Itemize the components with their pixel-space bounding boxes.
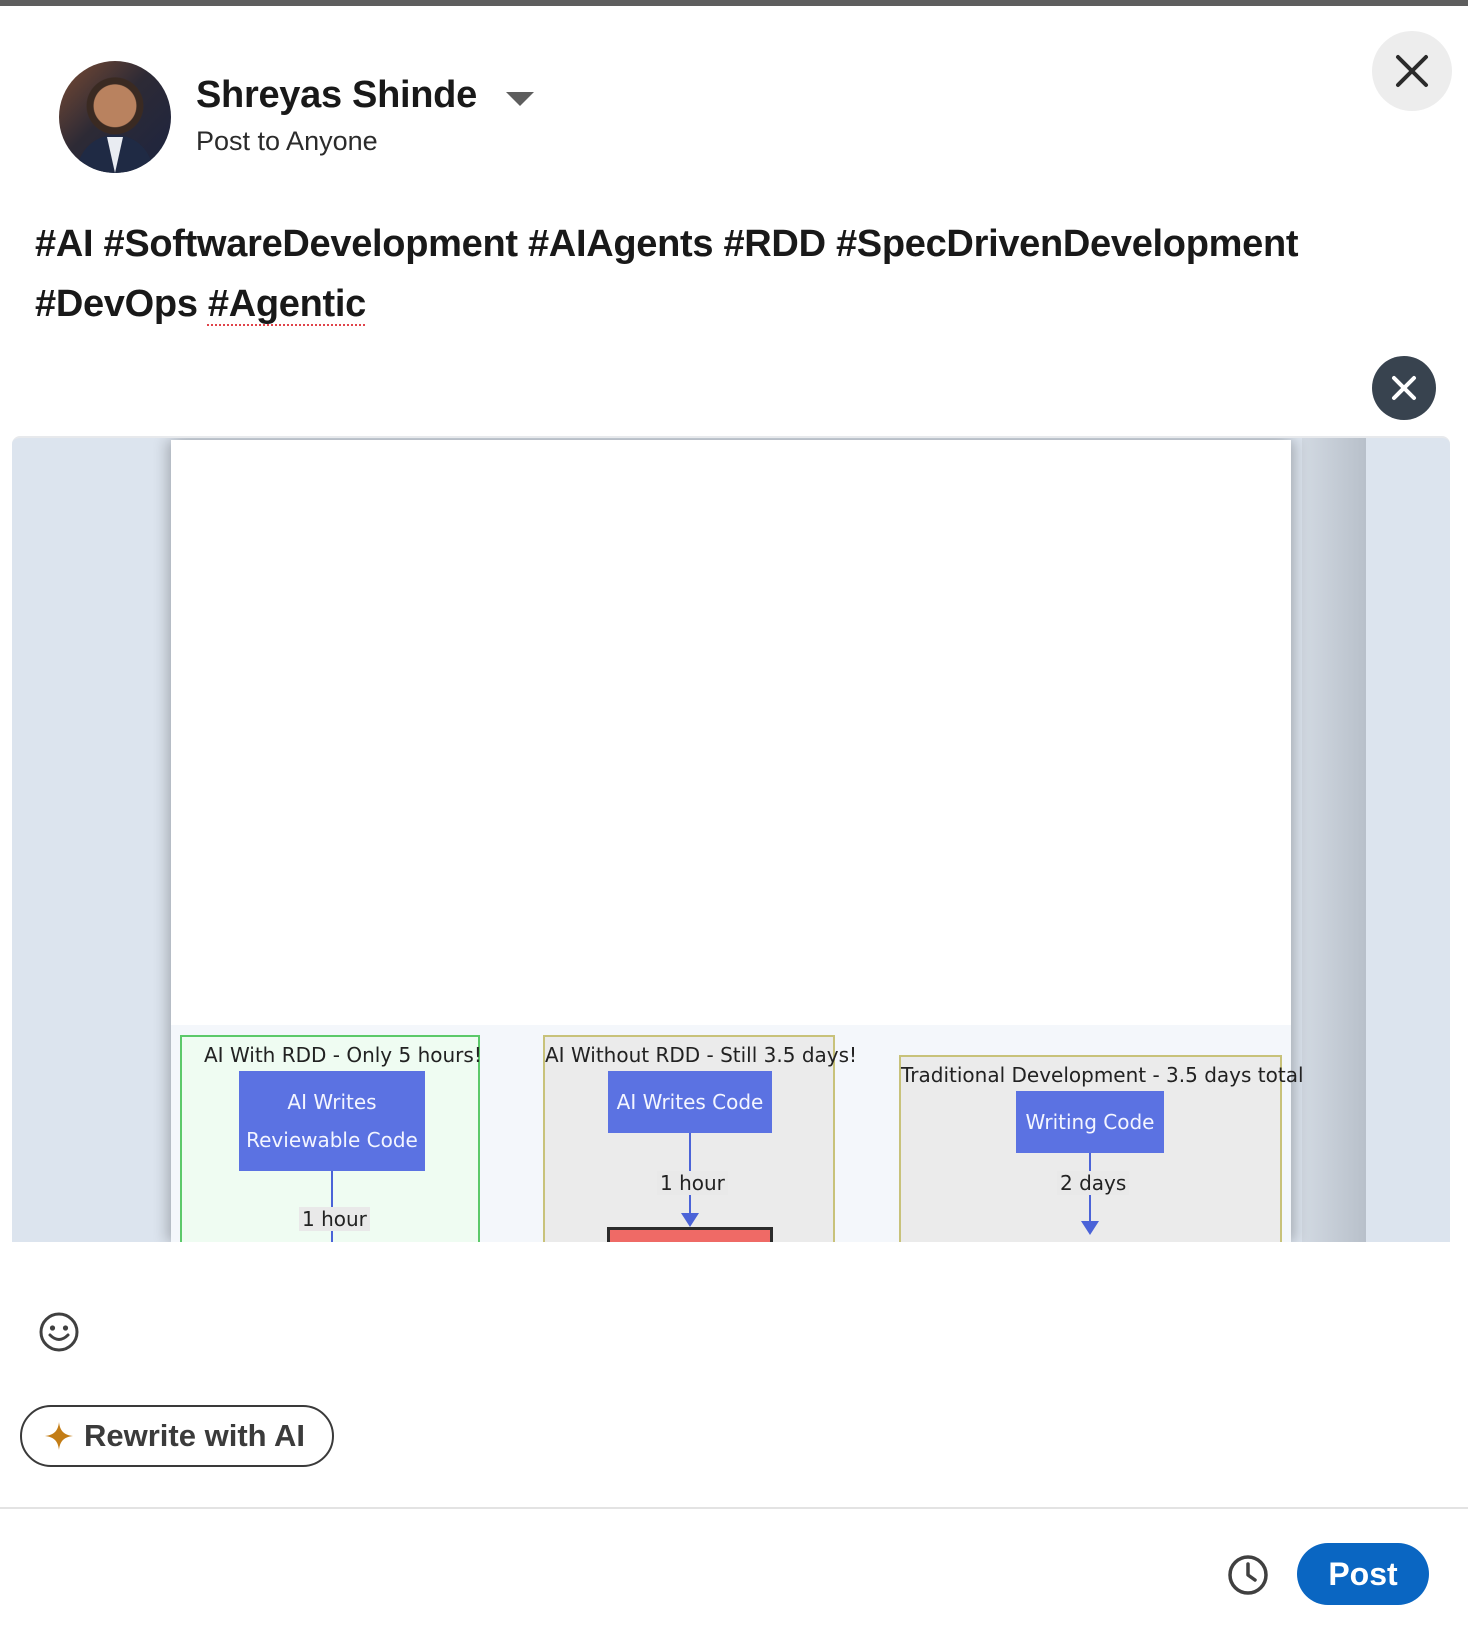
emoji-button[interactable]: [37, 1310, 81, 1354]
arrowhead: [681, 1213, 699, 1227]
schedule-post-button[interactable]: [1226, 1553, 1270, 1597]
close-icon: [1392, 376, 1416, 400]
footer-divider: [0, 1507, 1468, 1509]
audience-selector[interactable]: Post to Anyone: [196, 126, 378, 157]
cluster-title: AI With RDD - Only 5 hours!: [204, 1043, 482, 1067]
author-name[interactable]: Shreyas Shinde: [196, 74, 477, 117]
node-label: AI Writes: [287, 1090, 377, 1114]
cluster-ai-with-rdd: AI With RDD - Only 5 hours! AI Writes Re…: [180, 1035, 482, 1242]
diagram-node: AI Writes Reviewable Code: [239, 1071, 425, 1171]
error-node: [607, 1227, 773, 1242]
flow-diagram: AI With RDD - Only 5 hours! AI Writes Re…: [171, 1025, 1304, 1242]
diagram-node: AI Writes Code: [608, 1071, 772, 1133]
document-slide: AI With RDD - Only 5 hours! AI Writes Re…: [171, 440, 1304, 1242]
diagram-node: Writing Code: [1016, 1091, 1164, 1153]
arrowhead: [1081, 1221, 1099, 1235]
post-editor[interactable]: #AI #SoftwareDevelopment #AIAgents #RDD …: [35, 214, 1415, 334]
edge-label: 1 hour: [299, 1207, 370, 1231]
close-button[interactable]: [1372, 31, 1452, 111]
post-text-line: #AI #SoftwareDevelopment #AIAgents #RDD …: [35, 223, 1299, 265]
post-text-line: #DevOps #Agentic: [35, 274, 1415, 334]
top-border: [0, 0, 1468, 6]
post-button[interactable]: Post: [1297, 1543, 1429, 1605]
smiley-icon: [39, 1312, 79, 1352]
node-label: Reviewable Code: [246, 1128, 418, 1152]
cluster-ai-without-rdd: AI Without RDD - Still 3.5 days! AI Writ…: [543, 1035, 857, 1242]
cluster-title: AI Without RDD - Still 3.5 days!: [545, 1043, 858, 1067]
cluster-traditional-development: Traditional Development - 3.5 days total…: [899, 1055, 1304, 1242]
hashtag: #DevOps: [35, 283, 208, 325]
remove-media-button[interactable]: [1372, 356, 1436, 420]
sparkle-icon: [45, 1422, 73, 1450]
author-dropdown-icon[interactable]: [506, 92, 534, 106]
rewrite-label: Rewrite with AI: [84, 1418, 306, 1453]
hashtag-spellcheck: #Agentic: [207, 283, 366, 325]
cluster-title: Traditional Development - 3.5 days total: [901, 1063, 1304, 1087]
clock-icon: [1228, 1555, 1268, 1595]
next-slide-peek[interactable]: [1302, 438, 1366, 1242]
close-icon: [1396, 55, 1428, 87]
avatar[interactable]: [59, 61, 171, 173]
edge-label: 2 days: [1057, 1171, 1130, 1195]
edge-label: 1 hour: [657, 1171, 728, 1195]
media-preview[interactable]: AI With RDD - Only 5 hours! AI Writes Re…: [12, 436, 1450, 1242]
rewrite-with-ai-button[interactable]: Rewrite with AI: [20, 1405, 334, 1467]
